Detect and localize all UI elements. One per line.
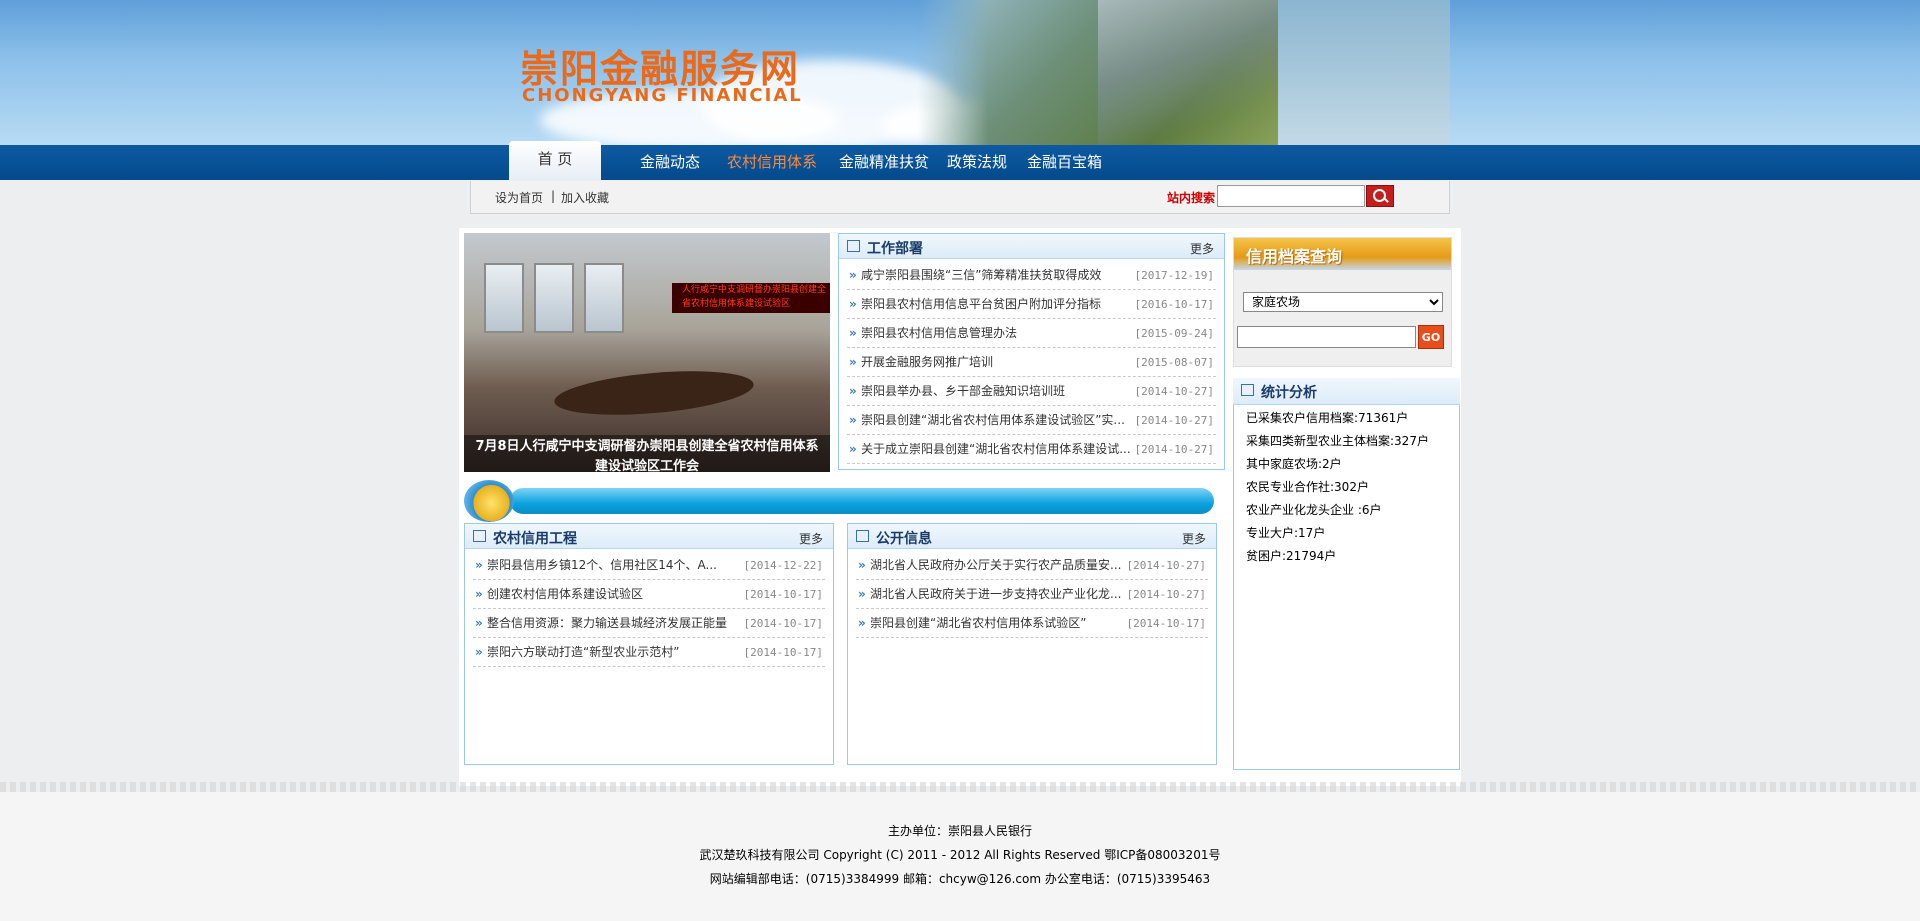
statistics-icon	[1241, 384, 1254, 396]
entity-type-select[interactable]: 家庭农场	[1243, 292, 1443, 312]
stat-row: 农民专业合作社:302户	[1246, 480, 1369, 494]
document-icon	[847, 240, 860, 252]
list-item[interactable]: » 崇阳县农村信用信息平台贫困户附加评分指标 [2016-10-17]	[847, 290, 1216, 319]
stat-row: 采集四类新型农业主体档案:327户	[1246, 434, 1429, 448]
list-item[interactable]: » 崇阳县创建“湖北省农村信用体系建设试验区”实... [2014-10-27]	[847, 406, 1216, 435]
nav-home-tab[interactable]: 首 页	[509, 141, 601, 180]
stat-row: 已采集农户信用档案:71361户	[1246, 411, 1409, 425]
statistics-panel: 统计分析 已采集农户信用档案:71361户 采集四类新型农业主体档案:327户 …	[1233, 378, 1460, 770]
main-nav: 首 页 金融动态 农村信用体系 金融精准扶贫 政策法规 金融百宝箱	[0, 141, 1920, 180]
footer-sponsor: 主办单位：崇阳县人民银行	[887, 824, 1032, 838]
list-item[interactable]: » 整合信用资源：聚力输送县城经济发展正能量 [2014-10-17]	[473, 609, 825, 638]
nav-item-policy[interactable]: 政策法规	[947, 145, 1007, 180]
list-item[interactable]: » 崇阳县农村信用信息管理办法 [2015-09-24]	[847, 319, 1216, 348]
bookmark-link[interactable]: 加入收藏	[561, 189, 609, 206]
news-slideshow[interactable]: 人行咸宁中支调研督办崇阳县创建全省农村信用体系建设试验区 7月8日人行咸宁中支调…	[464, 233, 830, 472]
credit-query-input[interactable]	[1237, 326, 1416, 348]
footer-copyright: 武汉楚玖科技有限公司 Copyright (C) 2011 - 2012 All…	[699, 848, 1221, 862]
list-item[interactable]: » 崇阳县举办县、乡干部金融知识培训班 [2014-10-27]	[847, 377, 1216, 406]
more-link[interactable]: 更多	[799, 530, 823, 547]
public-info-panel: 公开信息 更多 » 湖北省人民政府办公厅关于实行农产品质量安... [2014-10…	[847, 523, 1217, 765]
slide-caption[interactable]: 7月8日人行咸宁中支调研督办崇阳县创建全省农村信用体系建设试验区工作会	[464, 435, 830, 472]
stat-row: 其中家庭农场:2户	[1246, 457, 1342, 471]
list-item[interactable]: » 创建农村信用体系建设试验区 [2014-10-17]	[473, 580, 825, 609]
rural-credit-panel: 农村信用工程 更多 » 崇阳县信用乡镇12个、信用社区14个、A... [2014-…	[464, 523, 834, 765]
list-item[interactable]: » 湖北省人民政府关于进一步支持农业产业化龙... [2014-10-27]	[856, 580, 1208, 609]
footer-contact: 网站编辑部电话：(0715)3384999 邮箱：chcyw@126.com 办…	[709, 872, 1211, 886]
panel-title: 公开信息	[876, 531, 932, 547]
set-homepage-link[interactable]: 设为首页	[495, 189, 543, 206]
credit-record-query: 信用档案查询 家庭农场 GO	[1233, 237, 1452, 367]
search-button[interactable]	[1366, 185, 1394, 207]
stat-row: 农业产业化龙头企业 :6户	[1246, 503, 1382, 517]
utility-bar: 设为首页 | 加入收藏 站内搜索	[470, 181, 1450, 214]
nav-item-finance-news[interactable]: 金融动态	[640, 145, 700, 180]
more-link[interactable]: 更多	[1190, 240, 1214, 257]
list-item[interactable]: » 湖北省人民政府办公厅关于实行农产品质量安... [2014-10-27]	[856, 551, 1208, 580]
panel-title: 农村信用工程	[493, 531, 577, 547]
go-button[interactable]: GO	[1418, 325, 1444, 349]
site-logo-english: CHONGYANG FINANCIAL	[522, 85, 803, 106]
list-item[interactable]: » 关于成立崇阳县创建“湖北省农村信用体系建设试... [2014-10-27]	[847, 435, 1216, 464]
footer-divider	[0, 782, 1920, 792]
more-link[interactable]: 更多	[1182, 530, 1206, 547]
list-item[interactable]: » 开展金融服务网推广培训 [2015-08-07]	[847, 348, 1216, 377]
panel-title: 工作部署	[867, 241, 923, 257]
document-icon	[473, 530, 486, 542]
nav-item-rural-credit[interactable]: 农村信用体系	[727, 145, 817, 180]
stat-row: 专业大户:17户	[1246, 526, 1326, 540]
list-item[interactable]: » 咸宁崇阳县围绕“三信”筛筹精准扶贫取得成效 [2017-12-19]	[847, 261, 1216, 290]
list-item[interactable]: » 崇阳六方联动打造“新型农业示范村” [2014-10-17]	[473, 638, 825, 667]
credit-query-banner: 信用档案查询	[1234, 238, 1451, 270]
site-search-label: 站内搜索	[1167, 191, 1216, 205]
site-footer: 主办单位：崇阳县人民银行 武汉楚玖科技有限公司 Copyright (C) 20…	[0, 792, 1920, 921]
site-search-input[interactable]	[1217, 185, 1365, 207]
info-icon	[856, 530, 869, 542]
header-landscape-image	[918, 0, 1450, 145]
site-header: 崇阳金融服务网 CHONGYANG FINANCIAL	[0, 0, 1920, 145]
list-item[interactable]: » 崇阳县信用乡镇12个、信用社区14个、A... [2014-12-22]	[473, 551, 825, 580]
slide-led-banner: 人行咸宁中支调研督办崇阳县创建全省农村信用体系建设试验区	[672, 283, 830, 313]
toolbar-divider: |	[551, 189, 556, 203]
panel-title: 统计分析	[1261, 385, 1317, 401]
list-item[interactable]: » 崇阳县创建“湖北省农村信用体系试验区” [2014-10-17]	[856, 609, 1208, 638]
decorative-banner	[464, 480, 1214, 522]
work-deployment-panel: 工作部署 更多 » 咸宁崇阳县围绕“三信”筛筹精准扶贫取得成效 [2017-12-1…	[838, 233, 1225, 470]
stat-row: 贫困户:21794户	[1246, 549, 1337, 563]
leaf-icon	[464, 480, 514, 522]
nav-item-toolbox[interactable]: 金融百宝箱	[1027, 145, 1102, 180]
nav-item-poverty-relief[interactable]: 金融精准扶贫	[839, 145, 929, 180]
